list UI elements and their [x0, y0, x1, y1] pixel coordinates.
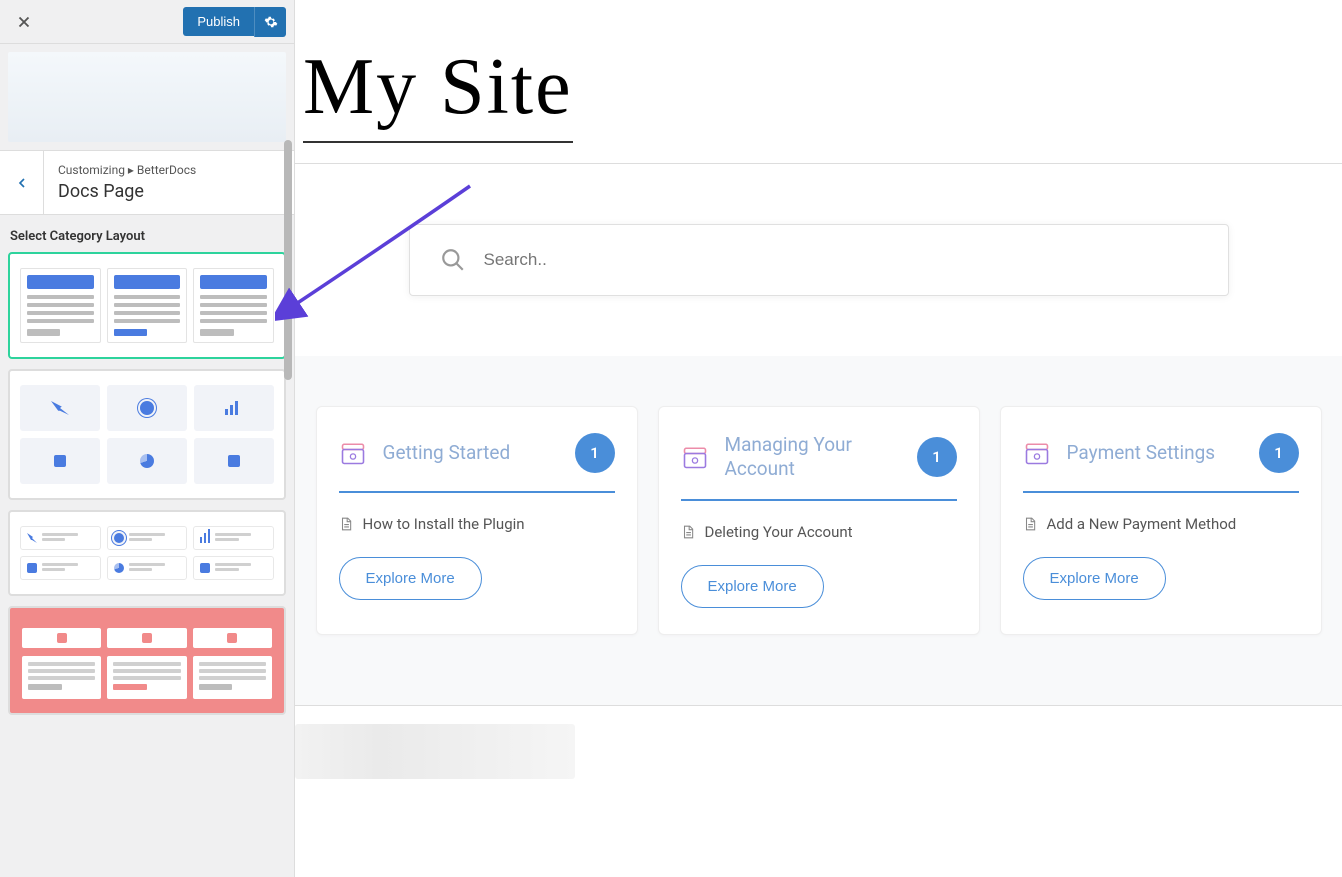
customizer-sidebar: Publish Customizing ▸ BetterDocs Docs Pa…	[0, 0, 295, 877]
publish-button[interactable]: Publish	[183, 7, 254, 36]
explore-button[interactable]: Explore More	[1023, 557, 1166, 600]
article-link[interactable]: Add a New Payment Method	[1023, 515, 1299, 533]
category-title: Payment Settings	[1067, 441, 1243, 465]
layout-option-1[interactable]	[8, 252, 286, 359]
sidebar-toolbar: Publish	[0, 0, 294, 44]
category-card: Getting Started 1 How to Install the Plu…	[316, 406, 638, 635]
article-count-badge: 1	[575, 433, 615, 473]
article-link[interactable]: How to Install the Plugin	[339, 515, 615, 533]
search-icon	[440, 247, 466, 273]
category-icon	[681, 443, 709, 471]
layout-option-4[interactable]	[8, 606, 286, 715]
site-preview-thumbnail	[8, 52, 286, 142]
card-divider	[339, 491, 615, 493]
breadcrumb-path: Customizing ▸ BetterDocs	[58, 163, 196, 177]
article-count-badge: 1	[1259, 433, 1299, 473]
explore-button[interactable]: Explore More	[339, 557, 482, 600]
chevron-left-icon	[14, 175, 30, 191]
search-section	[295, 164, 1342, 356]
card-divider	[681, 499, 957, 501]
document-icon	[681, 524, 695, 540]
layout-options	[0, 252, 294, 877]
category-title: Getting Started	[383, 441, 559, 465]
article-link[interactable]: Deleting Your Account	[681, 523, 957, 541]
document-icon	[339, 516, 353, 532]
search-box[interactable]	[409, 224, 1229, 296]
back-button[interactable]	[0, 151, 44, 214]
category-card: Payment Settings 1 Add a New Payment Met…	[1000, 406, 1322, 635]
search-input[interactable]	[484, 250, 1198, 270]
layout-option-3[interactable]	[8, 510, 286, 596]
document-icon	[1023, 516, 1037, 532]
preview-pane: My Site Getting Started 1 How to Install…	[295, 0, 1342, 877]
breadcrumb-text: Customizing ▸ BetterDocs Docs Page	[44, 151, 210, 214]
layout-option-2[interactable]	[8, 369, 286, 500]
breadcrumb-row: Customizing ▸ BetterDocs Docs Page	[0, 150, 294, 215]
category-icon	[339, 439, 367, 467]
article-count-badge: 1	[917, 437, 957, 477]
footer-placeholder	[295, 724, 575, 779]
site-title: My Site	[295, 0, 1342, 163]
close-button[interactable]	[8, 6, 40, 38]
close-icon	[15, 13, 33, 31]
breadcrumb-title: Docs Page	[58, 181, 196, 202]
publish-settings-button[interactable]	[254, 7, 286, 37]
category-cards: Getting Started 1 How to Install the Plu…	[295, 356, 1342, 705]
category-title: Managing Your Account	[725, 433, 901, 481]
category-card: Managing Your Account 1 Deleting Your Ac…	[658, 406, 980, 635]
sidebar-scrollbar[interactable]	[284, 140, 292, 380]
publish-group: Publish	[183, 7, 286, 37]
gear-icon	[264, 15, 278, 29]
category-icon	[1023, 439, 1051, 467]
card-divider	[1023, 491, 1299, 493]
explore-button[interactable]: Explore More	[681, 565, 824, 608]
section-heading: Select Category Layout	[0, 215, 294, 252]
